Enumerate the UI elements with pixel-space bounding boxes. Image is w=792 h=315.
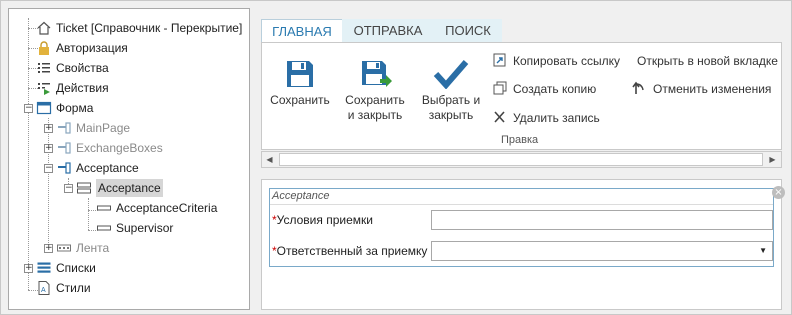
group-title-divider: [270, 204, 773, 205]
save-and-close-button[interactable]: Сохранить и закрыть: [340, 59, 410, 123]
tree-item-label: Действия: [56, 81, 109, 95]
open-in-new-tab-button[interactable]: Открыть в новой вкладке: [637, 52, 778, 70]
tab-send[interactable]: ОТПРАВКА: [342, 19, 434, 42]
form-icon: [36, 101, 52, 115]
tab-page-icon: [58, 162, 71, 174]
collapse-acceptance-group-toggle[interactable]: −: [64, 184, 73, 193]
copy-link-label: Копировать ссылку: [513, 54, 620, 68]
expand-exchangeboxes-toggle[interactable]: +: [44, 144, 53, 153]
scrollbar-thumb[interactable]: [279, 153, 763, 166]
collapse-acceptance-toggle[interactable]: −: [44, 164, 53, 173]
tree-item-label: ExchangeBoxes: [76, 141, 163, 155]
ribbon-panel: Сохранить Сохранить и закрыть Выбрать и …: [261, 42, 782, 150]
tree-item-label: Acceptance: [96, 179, 163, 197]
tree-guide-line: [48, 118, 49, 251]
form-preview-area: Acceptance × *Условия приемки *Ответстве…: [261, 179, 785, 310]
control-group-acceptance: Acceptance × *Условия приемки *Ответстве…: [269, 186, 785, 267]
undo-changes-label: Отменить изменения: [653, 82, 772, 96]
tree-guide-line: [28, 18, 29, 290]
tab-page-icon: [58, 142, 71, 154]
ribbon-icon: [57, 244, 71, 252]
styles-icon: A: [38, 281, 50, 295]
expand-ribbon-toggle[interactable]: +: [44, 244, 53, 253]
expand-lists-toggle[interactable]: +: [24, 264, 33, 273]
ribbon-horizontal-scrollbar[interactable]: ◀ ▶: [261, 151, 782, 168]
tree-item-label: Acceptance: [76, 161, 139, 175]
dropdown-arrow-icon[interactable]: ▼: [759, 242, 767, 260]
actions-icon: [38, 83, 50, 95]
field-label-text: Ответственный за приемку: [276, 244, 428, 258]
tree-item-label: Списки: [56, 261, 96, 275]
tab-search[interactable]: ПОИСК: [434, 19, 502, 42]
supervisor-dropdown[interactable]: ▼: [431, 241, 773, 261]
field-label-text: Условия приемки: [276, 213, 373, 227]
tree-item-label: AcceptanceCriteria: [116, 201, 218, 215]
save-and-close-icon: [362, 61, 392, 87]
ribbon-group-label: Правка: [501, 134, 539, 146]
lists-icon: [37, 262, 51, 273]
copy-link-button[interactable]: Копировать ссылку: [492, 52, 620, 70]
field-label-supervisor: *Ответственный за приемку: [272, 244, 427, 258]
acceptance-criteria-input[interactable]: [431, 210, 773, 230]
close-group-icon[interactable]: ×: [772, 186, 785, 199]
tree-item-label: MainPage: [76, 121, 131, 135]
scroll-left-icon[interactable]: ◀: [262, 152, 277, 167]
select-and-close-label-line1: Выбрать и: [421, 93, 481, 107]
control-icon: [97, 225, 111, 231]
control-icon: [97, 205, 111, 211]
tree-guide-line: [88, 198, 89, 230]
tab-page-icon: [58, 122, 71, 134]
control-group-icon: [77, 182, 91, 194]
save-and-close-label-line1: Сохранить: [345, 93, 405, 107]
save-button[interactable]: Сохранить: [268, 59, 332, 108]
scroll-right-icon[interactable]: ▶: [765, 152, 780, 167]
undo-changes-button[interactable]: Отменить изменения: [632, 80, 771, 98]
collapse-form-toggle[interactable]: −: [24, 104, 33, 113]
svg-text:A: A: [41, 287, 46, 294]
tree-item-label: Форма: [56, 101, 94, 115]
tree-item-label: Стили: [56, 281, 91, 295]
select-and-close-label-line2: закрыть: [428, 108, 474, 122]
delete-x-icon: [494, 111, 505, 123]
create-copy-label: Создать копию: [513, 82, 597, 96]
tab-main[interactable]: ГЛАВНАЯ: [261, 19, 343, 43]
save-icon: [287, 61, 313, 87]
delete-record-button[interactable]: Удалить запись: [492, 109, 600, 127]
checkmark-icon: [433, 60, 469, 89]
create-copy-button[interactable]: Создать копию: [492, 80, 596, 98]
open-in-new-tab-label: Открыть в новой вкладке: [637, 54, 778, 68]
save-and-close-label-line2: и закрыть: [347, 108, 403, 122]
tree-item-label: Свойства: [56, 61, 109, 75]
home-icon: [37, 21, 51, 35]
tree-item-label: Лента: [76, 241, 110, 255]
link-icon: [493, 53, 506, 67]
undo-icon: [632, 81, 644, 94]
copy-icon: [493, 81, 507, 95]
properties-list-icon: [38, 63, 50, 73]
delete-record-label: Удалить запись: [513, 111, 600, 125]
expand-mainpage-toggle[interactable]: +: [44, 124, 53, 133]
configuration-tree[interactable]: − + + − − + + Ticket [Справочник - Перек…: [8, 8, 250, 310]
group-title: Acceptance: [272, 190, 330, 202]
tree-item-label: Ticket [Справочник - Перекрытие]: [56, 21, 243, 35]
select-and-close-button[interactable]: Выбрать и закрыть: [416, 59, 486, 123]
save-label: Сохранить: [270, 93, 330, 107]
field-label-acceptance-criteria: *Условия приемки: [272, 213, 373, 227]
tree-item-label: Авторизация: [56, 41, 128, 55]
tree-item-label: Supervisor: [116, 221, 174, 235]
lock-icon: [39, 41, 49, 55]
